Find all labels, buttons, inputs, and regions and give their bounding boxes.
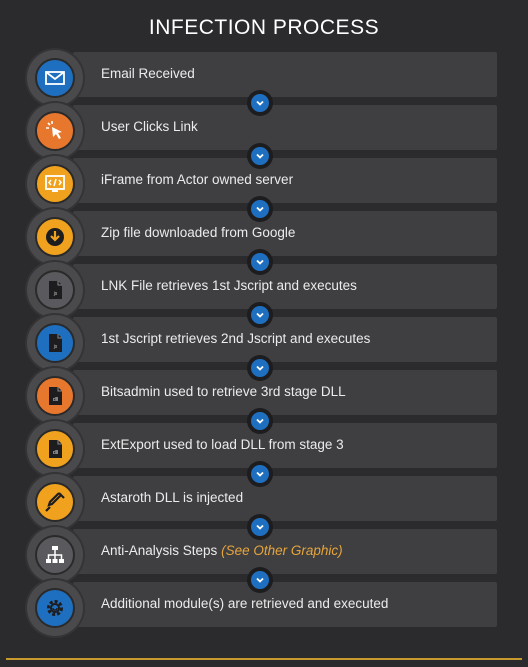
step-text: Additional module(s) are retrieved and e…	[101, 596, 389, 611]
js-file-icon: js	[35, 270, 75, 310]
gear-icon	[35, 588, 75, 628]
cursor-click-icon	[35, 111, 75, 151]
step-text: 1st Jscript retrieves 2nd Jscript and ex…	[101, 331, 371, 346]
step-text: User Clicks Link	[101, 119, 198, 134]
step-text: Zip file downloaded from Google	[101, 225, 296, 240]
svg-text:js: js	[53, 344, 58, 350]
chevron-down-icon	[247, 249, 273, 275]
chevron-down-icon	[247, 514, 273, 540]
svg-text:dll: dll	[53, 397, 59, 403]
step-label: Anti-Analysis Steps (See Other Graphic)	[101, 543, 343, 558]
process-steps: Email Received User Clicks Link iFrame fro…	[0, 50, 528, 636]
svg-text:dll: dll	[53, 450, 59, 456]
step-icon-ring: dll	[27, 421, 83, 477]
step-text: LNK File retrieves 1st Jscript and execu…	[101, 278, 357, 293]
step-icon-ring	[27, 103, 83, 159]
step-label: ExtExport used to load DLL from stage 3	[101, 437, 344, 452]
step-text: ExtExport used to load DLL from stage 3	[101, 437, 344, 452]
chevron-down-icon	[247, 567, 273, 593]
syringe-icon	[35, 482, 75, 522]
code-window-icon	[35, 164, 75, 204]
step-label: 1st Jscript retrieves 2nd Jscript and ex…	[101, 331, 370, 346]
step-text: Anti-Analysis Steps	[101, 543, 218, 558]
chevron-down-icon	[247, 461, 273, 487]
step-icon-ring	[27, 156, 83, 212]
step-icon-ring	[27, 209, 83, 265]
chevron-down-icon	[247, 408, 273, 434]
chevron-down-icon	[247, 143, 273, 169]
svg-text:js: js	[53, 291, 58, 297]
step-icon-ring	[27, 527, 83, 583]
page-title: INFECTION PROCESS	[148, 16, 380, 39]
js-file-icon: js	[35, 323, 75, 363]
step-label: Bitsadmin used to retrieve 3rd stage DLL	[101, 384, 346, 399]
step-icon-ring	[27, 50, 83, 106]
step-label: Additional module(s) are retrieved and e…	[101, 596, 388, 611]
step-label: Zip file downloaded from Google	[101, 225, 295, 240]
step-label: Astaroth DLL is injected	[101, 490, 243, 505]
chevron-down-icon	[247, 302, 273, 328]
step-label: Email Received	[101, 66, 195, 81]
dll-file-icon: dll	[35, 376, 75, 416]
step-label: User Clicks Link	[101, 119, 198, 134]
step-text: Email Received	[101, 66, 195, 81]
step-icon-ring: js	[27, 262, 83, 318]
step-label: iFrame from Actor owned server	[101, 172, 293, 187]
step-icon-ring	[27, 580, 83, 636]
process-step: Email Received	[0, 50, 528, 116]
download-icon	[35, 217, 75, 257]
step-icon-ring: js	[27, 315, 83, 371]
hierarchy-icon	[35, 535, 75, 575]
envelope-icon	[35, 58, 75, 98]
chevron-down-icon	[247, 196, 273, 222]
step-icon-ring: dll	[27, 368, 83, 424]
step-text: Astaroth DLL is injected	[101, 490, 244, 505]
step-note: (See Other Graphic)	[221, 543, 343, 558]
step-text: Bitsadmin used to retrieve 3rd stage DLL	[101, 384, 346, 399]
chevron-down-icon	[247, 90, 273, 116]
step-icon-ring	[27, 474, 83, 530]
step-label: LNK File retrieves 1st Jscript and execu…	[101, 278, 357, 293]
divider	[6, 658, 522, 660]
dll-file-icon: dll	[35, 429, 75, 469]
step-text: iFrame from Actor owned server	[101, 172, 294, 187]
chevron-down-icon	[247, 355, 273, 381]
